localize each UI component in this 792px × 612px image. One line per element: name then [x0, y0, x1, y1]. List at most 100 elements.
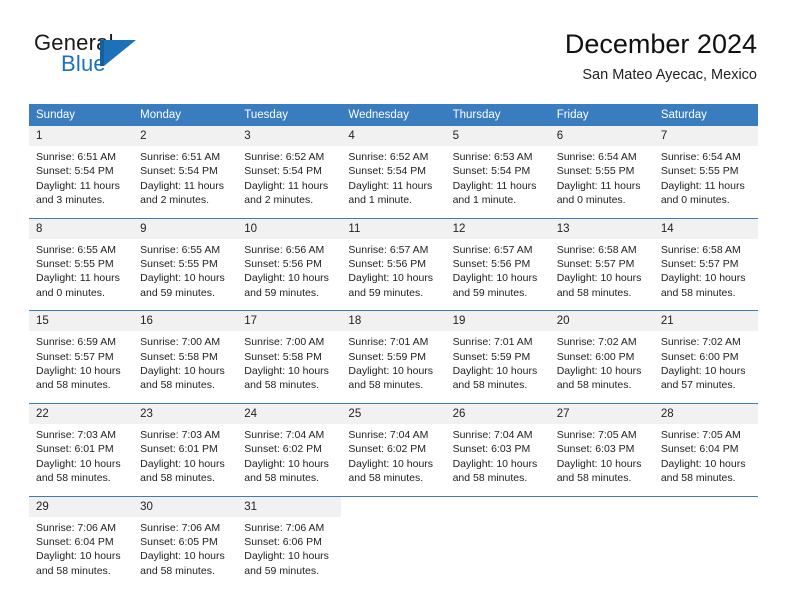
sunset-text: Sunset: 5:57 PM	[36, 350, 114, 363]
daylight-text: Daylight: 10 hours and 58 minutes.	[140, 365, 225, 392]
calendar-day-cell[interactable]: 20 Sunrise: 7:02 AM Sunset: 6:00 PM Dayligh…	[549, 310, 654, 404]
sunset-text: Sunset: 6:03 PM	[452, 443, 531, 456]
sunset-text: Sunset: 5:54 PM	[36, 165, 114, 178]
day-number: 2	[133, 126, 238, 146]
calendar-day-cell[interactable]: 12 Sunrise: 6:57 AM Sunset: 5:56 PM Dayligh…	[445, 217, 550, 311]
calendar-day-cell[interactable]: 23 Sunrise: 7:03 AM Sunset: 6:01 PM Dayligh…	[133, 402, 238, 496]
calendar-day-cell[interactable]: 27 Sunrise: 7:05 AM Sunset: 6:03 PM Dayligh…	[549, 402, 654, 496]
calendar-day-cell[interactable]: 11 Sunrise: 6:57 AM Sunset: 5:56 PM Dayligh…	[341, 217, 446, 311]
sunset-text: Sunset: 5:57 PM	[556, 258, 635, 271]
daylight-text: Daylight: 10 hours and 58 minutes.	[140, 550, 225, 577]
sunrise-text: Sunrise: 6:51 AM	[36, 151, 116, 163]
sunset-text: Sunset: 5:57 PM	[660, 258, 739, 271]
sunset-text: Sunset: 5:56 PM	[348, 258, 427, 271]
sunrise-text: Sunrise: 7:03 AM	[140, 428, 221, 441]
day-details: Sunrise: 6:54 AM Sunset: 5:55 PM Daylight:…	[550, 146, 654, 218]
calendar-day-cell[interactable]: 29 Sunrise: 7:06 AM Sunset: 6:04 PM Dayligh…	[29, 495, 134, 593]
calendar-day-cell[interactable]: 22 Sunrise: 7:03 AM Sunset: 6:01 PM Dayligh…	[29, 402, 134, 496]
sunset-text: Sunset: 6:05 PM	[140, 535, 218, 548]
weekday-header-saturday: Saturday	[653, 104, 758, 126]
calendar-day-cell[interactable]: 24 Sunrise: 7:04 AM Sunset: 6:02 PM Dayligh…	[237, 402, 342, 496]
calendar-day-cell[interactable]: 5 Sunrise: 6:53 AM Sunset: 5:54 PM Daylight…	[445, 126, 550, 218]
daylight-text: Daylight: 10 hours and 58 minutes.	[452, 365, 538, 392]
calendar-day-cell[interactable]: 14 Sunrise: 6:58 AM Sunset: 5:57 PM Dayligh…	[653, 217, 758, 311]
day-number: 4	[341, 126, 446, 146]
calendar-day-cell[interactable]: 2 Sunrise: 6:51 AM Sunset: 5:54 PM Daylight…	[133, 126, 238, 218]
day-number: 21	[653, 311, 758, 332]
calendar-day-cell[interactable]: 25 Sunrise: 7:04 AM Sunset: 6:02 PM Dayligh…	[341, 402, 446, 496]
calendar-day-cell[interactable]: 8 Sunrise: 6:55 AM Sunset: 5:55 PM Daylight…	[29, 217, 134, 311]
day-number	[341, 496, 446, 517]
day-details: Sunrise: 6:51 AM Sunset: 5:54 PM Daylight:…	[29, 146, 133, 218]
sunrise-sunset-calendar: Sunday Monday Tuesday Wednesday Thursday Frid…	[29, 104, 758, 593]
calendar-day-cell[interactable]: 9 Sunrise: 6:55 AM Sunset: 5:55 PM Daylight…	[133, 217, 238, 311]
day-details: Sunrise: 7:01 AM Sunset: 5:59 PM Daylight:…	[446, 331, 550, 403]
daylight-text: Daylight: 10 hours and 58 minutes.	[660, 457, 746, 485]
day-details: Sunrise: 7:02 AM Sunset: 6:00 PM Daylight:…	[550, 331, 654, 403]
day-number: 6	[549, 126, 654, 146]
daylight-text: Daylight: 11 hours and 1 minute.	[348, 179, 433, 207]
calendar-day-cell[interactable]: 21 Sunrise: 7:02 AM Sunset: 6:00 PM Dayligh…	[653, 310, 758, 404]
calendar-week-row: 29 Sunrise: 7:06 AM Sunset: 6:04 PM Dayligh…	[29, 495, 758, 593]
daylight-text: Daylight: 10 hours and 58 minutes.	[660, 272, 746, 299]
calendar-day-cell[interactable]: 1 Sunrise: 6:51 AM Sunset: 5:54 PM Daylight…	[29, 126, 134, 218]
calendar-day-cell[interactable]: 31 Sunrise: 7:06 AM Sunset: 6:06 PM Dayligh…	[237, 495, 342, 593]
sunrise-text: Sunrise: 6:55 AM	[36, 243, 116, 256]
calendar-day-cell[interactable]: 3 Sunrise: 6:52 AM Sunset: 5:54 PM Daylight…	[237, 126, 342, 218]
calendar-day-cell[interactable]: 16 Sunrise: 7:00 AM Sunset: 5:58 PM Dayligh…	[133, 310, 238, 404]
page-subtitle: San Mateo Ayecac, Mexico	[582, 67, 757, 83]
general-blue-logo[interactable]: General Blue	[34, 28, 274, 88]
day-number: 28	[653, 403, 758, 424]
calendar-week-row: 1 Sunrise: 6:51 AM Sunset: 5:54 PM Daylight…	[29, 126, 758, 218]
day-number: 29	[29, 496, 134, 517]
calendar-day-cell[interactable]: 30 Sunrise: 7:06 AM Sunset: 6:05 PM Dayligh…	[133, 495, 238, 593]
day-number: 20	[549, 311, 654, 332]
calendar-body: 1 Sunrise: 6:51 AM Sunset: 5:54 PM Daylight…	[29, 126, 758, 593]
day-details: Sunrise: 7:04 AM Sunset: 6:02 PM Daylight:…	[341, 424, 445, 496]
sunset-text: Sunset: 5:59 PM	[348, 350, 427, 363]
day-number: 24	[237, 403, 342, 424]
sunset-text: Sunset: 5:56 PM	[452, 258, 531, 271]
sunrise-text: Sunrise: 7:02 AM	[660, 336, 741, 349]
sunset-text: Sunset: 5:54 PM	[140, 165, 218, 178]
daylight-text: Daylight: 11 hours and 2 minutes.	[244, 179, 329, 207]
sunrise-text: Sunrise: 6:58 AM	[660, 243, 741, 256]
day-details: Sunrise: 6:57 AM Sunset: 5:56 PM Daylight:…	[341, 239, 445, 311]
calendar-day-cell[interactable]: 6 Sunrise: 6:54 AM Sunset: 5:55 PM Daylight…	[549, 126, 654, 218]
calendar-day-cell[interactable]: 28 Sunrise: 7:05 AM Sunset: 6:04 PM Dayligh…	[653, 402, 758, 496]
sunrise-text: Sunrise: 7:06 AM	[36, 521, 116, 534]
calendar-day-cell[interactable]: 4 Sunrise: 6:52 AM Sunset: 5:54 PM Daylight…	[341, 126, 446, 218]
day-number: 19	[445, 311, 550, 332]
calendar-day-cell[interactable]: 10 Sunrise: 6:56 AM Sunset: 5:56 PM Dayligh…	[237, 217, 342, 311]
calendar-day-cell[interactable]: 13 Sunrise: 6:58 AM Sunset: 5:57 PM Dayligh…	[549, 217, 654, 311]
day-number: 14	[653, 218, 758, 239]
weekday-header-sunday: Sunday	[29, 104, 134, 126]
daylight-text: Daylight: 10 hours and 58 minutes.	[348, 365, 434, 392]
day-details: Sunrise: 7:00 AM Sunset: 5:58 PM Daylight:…	[237, 331, 341, 403]
day-details: Sunrise: 6:51 AM Sunset: 5:54 PM Daylight:…	[133, 146, 237, 218]
sunrise-text: Sunrise: 6:59 AM	[36, 336, 116, 349]
day-details: Sunrise: 6:56 AM Sunset: 5:56 PM Daylight:…	[237, 239, 341, 311]
calendar-day-cell[interactable]: 18 Sunrise: 7:01 AM Sunset: 5:59 PM Dayligh…	[341, 310, 446, 404]
calendar-day-cell[interactable]: 15 Sunrise: 6:59 AM Sunset: 5:57 PM Dayligh…	[29, 310, 134, 404]
sunrise-text: Sunrise: 6:54 AM	[660, 151, 741, 163]
daylight-text: Daylight: 10 hours and 58 minutes.	[244, 365, 329, 392]
daylight-text: Daylight: 10 hours and 58 minutes.	[36, 365, 121, 392]
day-number: 17	[237, 311, 342, 332]
day-details: Sunrise: 6:55 AM Sunset: 5:55 PM Daylight:…	[29, 239, 133, 311]
daylight-text: Daylight: 10 hours and 58 minutes.	[36, 457, 121, 485]
day-number: 31	[237, 496, 342, 517]
sunrise-text: Sunrise: 6:57 AM	[348, 243, 429, 256]
sunset-text: Sunset: 6:06 PM	[244, 535, 322, 548]
page-title: December 2024	[564, 29, 757, 59]
daylight-text: Daylight: 10 hours and 58 minutes.	[348, 457, 434, 485]
day-details: Sunrise: 7:03 AM Sunset: 6:01 PM Daylight:…	[29, 424, 133, 496]
day-number: 12	[445, 218, 550, 239]
sunrise-text: Sunrise: 6:56 AM	[244, 243, 325, 256]
day-details: Sunrise: 7:03 AM Sunset: 6:01 PM Daylight:…	[133, 424, 237, 496]
calendar-day-cell[interactable]: 7 Sunrise: 6:54 AM Sunset: 5:55 PM Daylight…	[653, 126, 758, 218]
calendar-day-cell[interactable]: 26 Sunrise: 7:04 AM Sunset: 6:03 PM Dayligh…	[445, 402, 550, 496]
day-number: 13	[549, 218, 654, 239]
calendar-day-cell[interactable]: 19 Sunrise: 7:01 AM Sunset: 5:59 PM Dayligh…	[445, 310, 550, 404]
calendar-day-cell[interactable]: 17 Sunrise: 7:00 AM Sunset: 5:58 PM Dayligh…	[237, 310, 342, 404]
